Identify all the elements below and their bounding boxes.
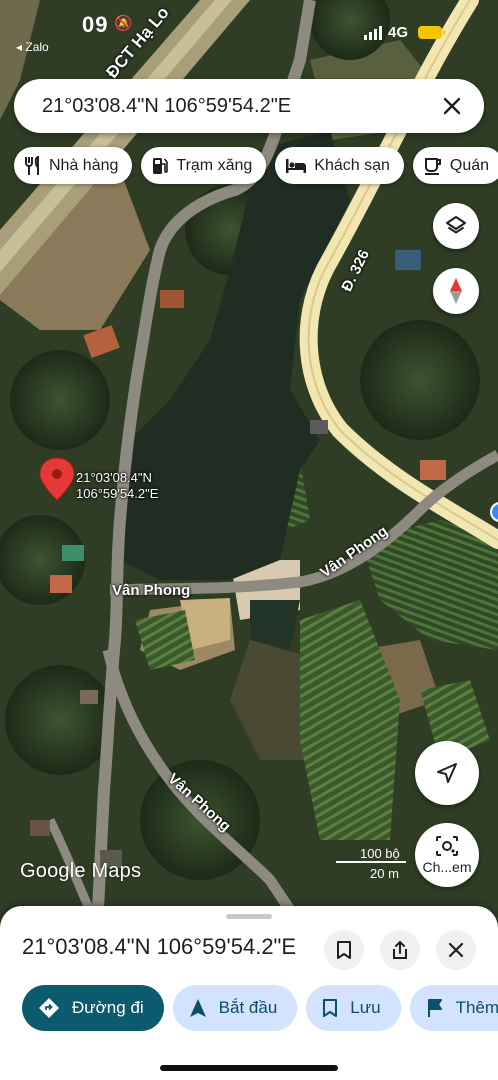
search-input[interactable] [42, 94, 438, 118]
more-label: Thêm [455, 998, 498, 1017]
pin-label-lat: 21°03'08.4"N [76, 470, 152, 485]
lens-button[interactable]: Ch...em [415, 823, 479, 887]
chip-label: Trạm xăng [176, 156, 253, 174]
share-icon [393, 941, 407, 959]
compass-button[interactable] [433, 268, 479, 314]
directions-label: Đường đi [72, 998, 144, 1017]
gas-station-icon [153, 157, 169, 174]
scale-label-bottom: 20 m [370, 866, 399, 881]
layers-button[interactable] [433, 203, 479, 249]
navigation-arrow-icon [437, 763, 457, 783]
map-scale: 100 bộ 20 m [336, 846, 406, 882]
restaurant-icon [25, 155, 39, 175]
chip-label: Khách sạn [314, 156, 390, 174]
home-indicator [160, 1065, 338, 1071]
hotel-icon [286, 158, 307, 173]
bookmark-icon [323, 999, 338, 1017]
scale-label-top: 100 bộ [360, 846, 400, 861]
chip-restaurants[interactable]: Nhà hàng [14, 147, 133, 184]
directions-icon [39, 998, 59, 1018]
back-to-app-link[interactable]: ◂ Zalo [16, 40, 49, 54]
chip-hotels[interactable]: Khách sạn [275, 147, 404, 184]
network-type: 4G [388, 24, 409, 41]
road-label-van-phong-2: Vân Phong [112, 582, 191, 599]
start-button[interactable]: Bắt đầu [172, 985, 298, 1031]
mute-icon: 🔕 [114, 15, 133, 32]
bookmark-icon [337, 941, 351, 959]
camera-lens-icon [436, 836, 458, 856]
action-buttons: Đường đi Bắt đầu Lưu Thêm [22, 985, 498, 1031]
chip-label: Quán [449, 156, 490, 174]
save-icon-button[interactable] [324, 930, 364, 970]
compass-icon [450, 278, 462, 304]
pin-coordinate-label: 21°03'08.4"N 106°59'54.2"E [76, 470, 158, 502]
status-time: 09 [82, 12, 109, 37]
save-button[interactable]: Lưu [306, 985, 401, 1031]
battery-icon [418, 26, 445, 39]
close-sheet-button[interactable] [436, 930, 476, 970]
chip-gas-stations[interactable]: Trạm xăng [141, 147, 267, 184]
google-maps-logo: Google Maps [20, 860, 142, 882]
lens-label: Ch...em [422, 859, 472, 875]
save-label: Lưu [350, 998, 381, 1017]
status-bar: 09 🔕 ◂ Zalo 4G [0, 0, 498, 60]
place-title: 21°03'08.4"N 106°59'54.2"E [22, 934, 297, 959]
flag-icon [427, 999, 442, 1017]
share-button[interactable] [380, 930, 420, 970]
more-button[interactable]: Thêm [409, 985, 498, 1031]
start-label: Bắt đầu [218, 998, 278, 1017]
my-location-button[interactable] [415, 741, 479, 805]
category-chips: Nhà hàng Trạm xăng Khách sạn Quán [14, 147, 498, 184]
chip-cafes[interactable]: Quán [412, 147, 498, 184]
directions-button[interactable]: Đường đi [22, 985, 164, 1031]
layers-icon [446, 216, 466, 234]
search-bar[interactable] [14, 79, 484, 133]
pin-label-lng: 106°59'54.2"E [76, 486, 159, 501]
signal-icon [364, 26, 382, 40]
navigation-arrow-icon [189, 999, 206, 1017]
close-icon[interactable] [438, 92, 466, 120]
close-icon [448, 942, 464, 958]
cafe-icon [424, 157, 441, 175]
chip-label: Nhà hàng [49, 156, 119, 174]
place-sheet[interactable]: 21°03'08.4"N 106°59'54.2"E Đường đi Bắt … [0, 906, 498, 1080]
sheet-drag-handle[interactable] [226, 914, 272, 919]
scale-bar [336, 861, 406, 863]
